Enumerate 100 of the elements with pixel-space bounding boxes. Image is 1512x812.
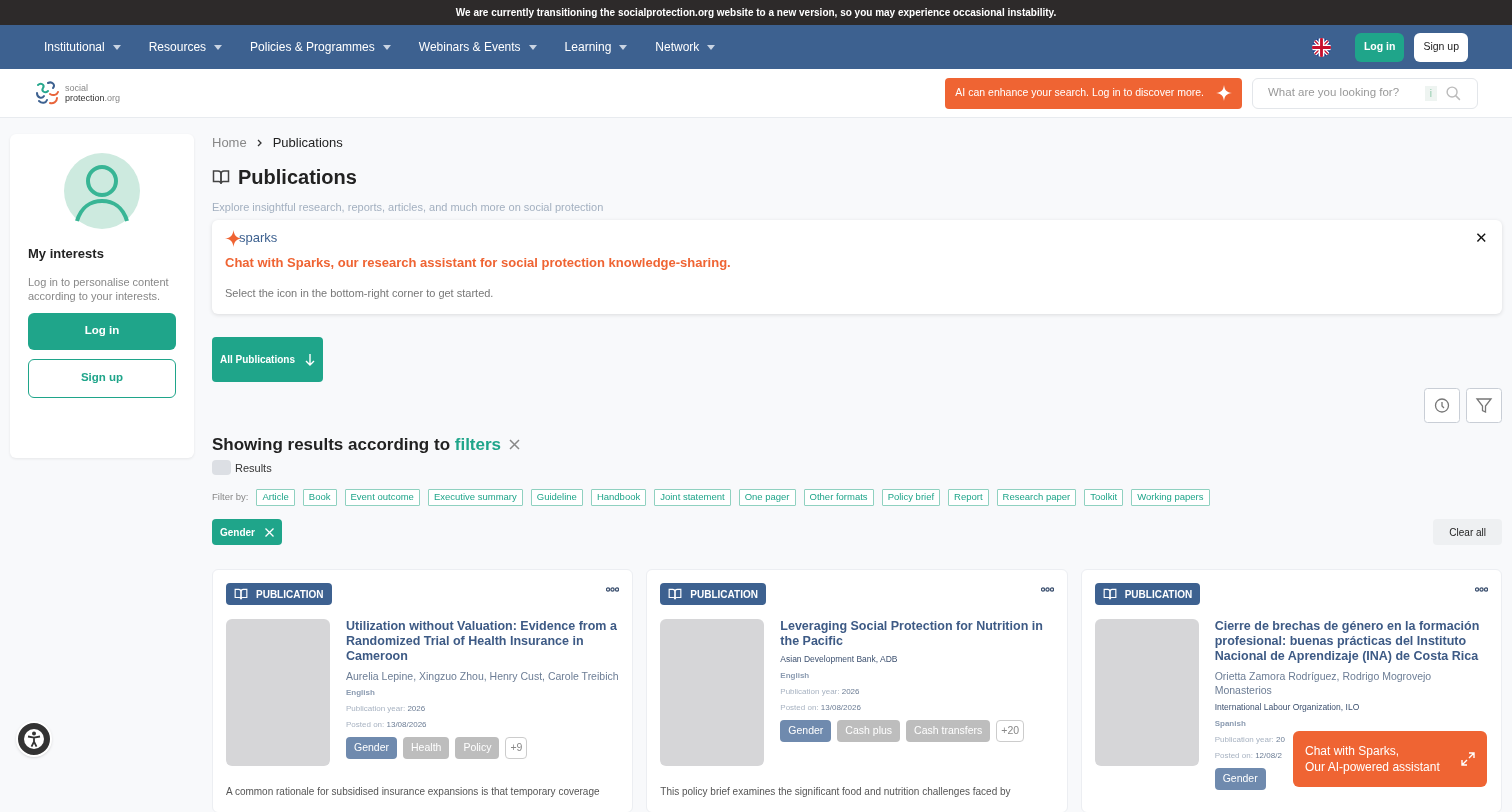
toggle-label: Results — [235, 460, 272, 476]
notice-banner: We are currently transitioning the socialprotection.org website to a new version, so you may experience occasional instability. — [0, 0, 1512, 25]
more-tags-count[interactable]: +20 — [996, 719, 1025, 742]
sparkle-icon — [1216, 85, 1232, 101]
caret-icon — [382, 44, 391, 50]
filter-chip[interactable]: Handbook — [590, 489, 647, 506]
sidebar-title: My interests — [28, 245, 105, 263]
filter-chip[interactable]: Event outcome — [344, 489, 420, 506]
publication-year-text: Publication year: 2026 — [346, 703, 426, 715]
organization-text: International Labour Organization, ILO — [1214, 701, 1360, 714]
filter-chip[interactable]: Research paper — [996, 489, 1077, 506]
publication-excerpt: A common rationale for subsidised insurance expansions is that temporary coverage — [226, 785, 601, 799]
publication-year-text: Publication year: 2026 — [780, 685, 860, 698]
history-icon[interactable] — [1424, 388, 1460, 423]
topic-tag[interactable]: Policy — [455, 737, 500, 759]
book-icon — [234, 587, 248, 601]
topic-tag[interactable]: Gender — [346, 737, 398, 759]
book-icon — [212, 168, 230, 186]
language-text: English — [346, 687, 375, 699]
sparks-text: Select the icon in the bottom-right corner to get started. — [225, 285, 495, 301]
sparks-logo-text: sparks — [239, 228, 278, 247]
results-toggle[interactable] — [212, 460, 231, 476]
topic-tag[interactable]: Health — [403, 737, 450, 759]
logo-wordmark-top: social — [65, 83, 89, 93]
accessibility-icon — [23, 728, 45, 750]
sparks-headline: Chat with Sparks, our research assistant for social protection knowledge-sharing. — [225, 254, 732, 272]
accessibility-button[interactable] — [16, 721, 52, 757]
login-button[interactable]: Log in — [1354, 32, 1405, 62]
authors-text: Aurelia Lepine, Xingzuo Zhou, Henry Cust, Carole Treibich — [346, 669, 619, 683]
authors-text: Orietta Zamora Rodríguez, Rodrigo Mogrovejo Monasterios — [1214, 669, 1433, 697]
chat-widget-text: Chat with Sparks, Our AI-powered assistant — [1305, 743, 1441, 775]
filter-chip[interactable]: Working papers — [1131, 489, 1210, 506]
nav-menu-item[interactable]: Resources — [148, 38, 223, 56]
topic-tag[interactable]: Cash transfers — [906, 719, 991, 742]
page-subtitle: Explore insightful research, reports, articles, and much more on social protection — [212, 200, 605, 215]
publication-title[interactable]: Utilization without Valuation: Evidence from a Randomized Trial of Health Insurance in Cameroon — [346, 619, 620, 664]
sidebar-login-button[interactable]: Log in — [28, 312, 176, 350]
chevron-right-icon — [255, 139, 264, 147]
uk-flag-icon[interactable] — [1311, 37, 1331, 57]
caret-icon — [707, 44, 716, 50]
filter-chip[interactable]: Joint statement — [654, 489, 731, 506]
caret-icon — [528, 44, 537, 50]
caret-icon — [112, 44, 121, 50]
all-publications-button[interactable]: All Publications — [212, 337, 323, 382]
chat-assistant-widget[interactable]: Chat with Sparks, Our AI-powered assistant — [1293, 731, 1487, 787]
info-icon[interactable]: i — [1424, 85, 1437, 101]
filter-chip[interactable]: Article — [256, 489, 295, 506]
publication-excerpt: This policy brief examines the significant food and nutrition challenges faced by — [660, 785, 1012, 799]
more-tags-count[interactable]: +9 — [505, 737, 528, 759]
filter-chip[interactable]: Policy brief — [881, 489, 941, 506]
ai-search-banner[interactable]: AI can enhance your search. Log in to discover more. — [945, 77, 1242, 109]
more-options-icon[interactable] — [1475, 587, 1488, 592]
close-button[interactable]: ✕ — [1475, 226, 1488, 249]
language-text: English — [780, 669, 810, 682]
site-logo-icon[interactable] — [34, 79, 62, 107]
filter-by-label: Filter by: — [212, 490, 249, 505]
caret-icon — [619, 44, 628, 50]
expand-icon — [1461, 752, 1475, 766]
topic-tag[interactable]: Cash plus — [837, 719, 901, 742]
filter-chip[interactable]: One pager — [738, 489, 796, 506]
filter-chip[interactable]: Other formats — [803, 489, 874, 506]
sidebar-signup-button[interactable]: Sign up — [28, 358, 176, 398]
remove-icon — [265, 527, 274, 537]
posted-date-text: Posted on: 13/08/2026 — [346, 719, 427, 731]
nav-menu-item[interactable]: Network — [655, 38, 716, 56]
posted-date-text: Posted on: 12/08/2 — [1214, 749, 1282, 762]
page-title: Publications — [238, 165, 357, 190]
posted-date-text: Posted on: 13/08/2026 — [780, 701, 861, 714]
publication-year-text: Publication year: 20 — [1214, 733, 1285, 746]
search-field[interactable]: What are you looking for? i — [1252, 77, 1478, 109]
more-options-icon[interactable] — [606, 587, 620, 592]
clear-all-button[interactable]: Clear all — [1433, 519, 1502, 545]
breadcrumb-link[interactable]: Publications — [272, 133, 343, 153]
filter-icon[interactable] — [1466, 388, 1502, 423]
type-badge: PUBLICATION — [660, 583, 766, 605]
topic-tag[interactable]: Gender — [1214, 767, 1266, 790]
type-badge: PUBLICATION — [1094, 583, 1201, 605]
clear-filters-icon[interactable] — [509, 439, 521, 451]
nav-menu-item[interactable]: Webinars & Events — [418, 38, 537, 56]
results-heading: Showing results according to filters — [212, 434, 502, 456]
sidebar-text: Log in to personalise content according to your interests. — [28, 274, 170, 303]
language-text: Spanish — [1214, 717, 1246, 730]
nav-menu-item[interactable]: Learning — [564, 38, 628, 56]
topic-tag[interactable]: Gender — [780, 719, 832, 742]
filter-chip[interactable]: Book — [302, 489, 337, 506]
book-icon — [668, 587, 683, 601]
nav-menu-item[interactable]: Institutional — [44, 38, 121, 56]
nav-menu-item[interactable]: Policies & Programmes — [250, 38, 391, 56]
active-filter-chip[interactable]: Gender — [212, 519, 282, 545]
more-options-icon[interactable] — [1040, 587, 1054, 592]
breadcrumb-link[interactable]: Home — [212, 133, 247, 153]
filter-chip[interactable]: Report — [948, 489, 989, 506]
publication-title[interactable]: Cierre de brechas de género en la formación profesional: buenas prácticas del Instituto Nacional de Aprendizaje (INA) de Costa Rica — [1214, 619, 1488, 664]
logo-wordmark-bottom: protection.org — [65, 93, 121, 103]
filter-chip[interactable]: Guideline — [530, 489, 583, 506]
signup-button[interactable]: Sign up — [1414, 32, 1468, 62]
filter-chip[interactable]: Toolkit — [1084, 489, 1124, 506]
publication-title[interactable]: Leveraging Social Protection for Nutrition in the Pacific — [780, 619, 1054, 649]
book-icon — [1102, 587, 1117, 601]
filter-chip[interactable]: Executive summary — [427, 489, 523, 506]
